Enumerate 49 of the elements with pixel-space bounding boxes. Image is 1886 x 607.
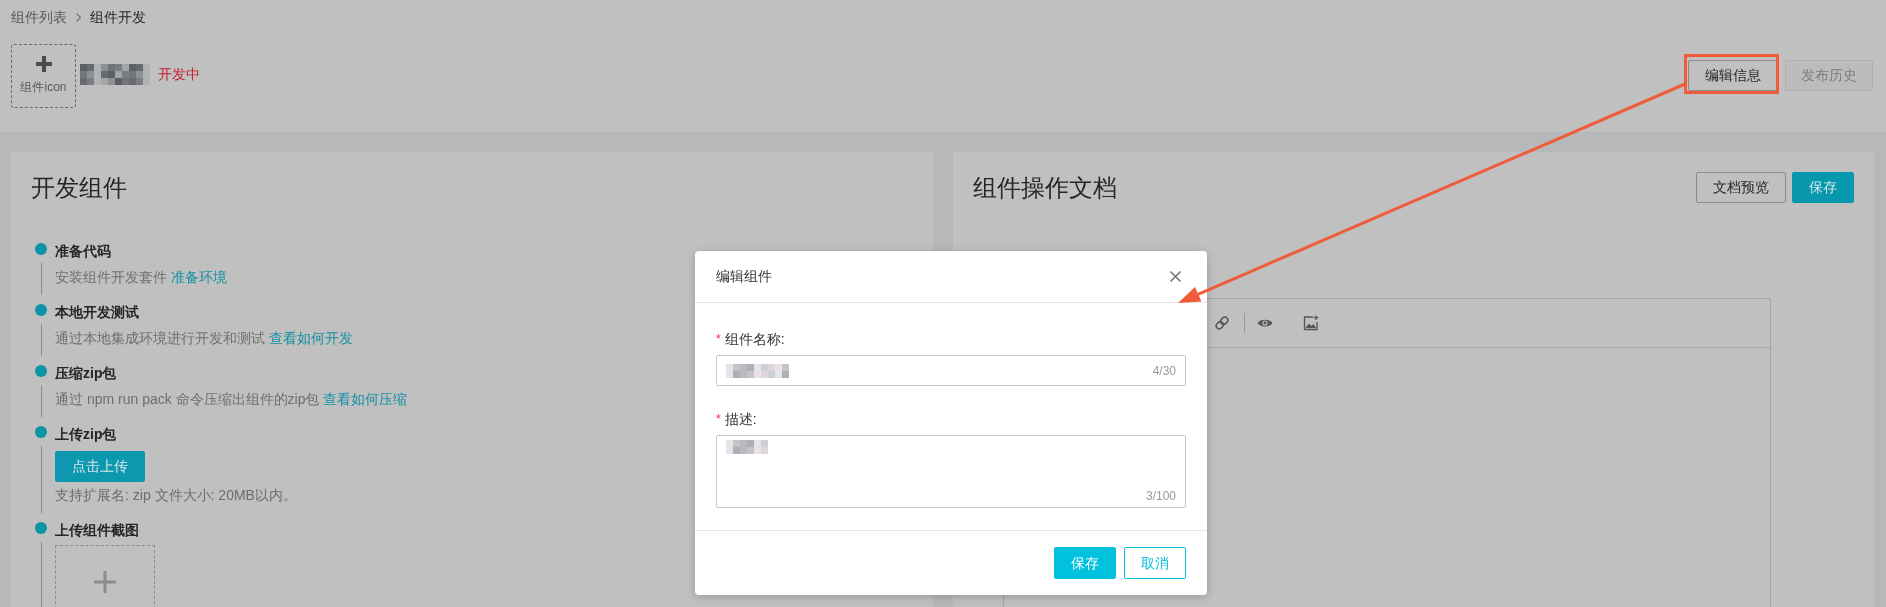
dialog-button[interactable]: 保存 (1054, 547, 1116, 579)
step-dot-icon (35, 243, 47, 255)
icon-upload-box[interactable]: 组件icon (11, 44, 76, 108)
panel-title: 开发组件 (31, 173, 127, 203)
step-dot-icon (35, 304, 47, 316)
upload-hint: 支持扩展名: zip 文件大小: 20MB以内。 (55, 486, 297, 505)
pixelated-value (726, 440, 768, 454)
required-mark: * (716, 411, 721, 428)
plus-icon (94, 571, 116, 593)
doc-button[interactable]: 文档预览 (1696, 172, 1786, 203)
pixelated-name (80, 63, 150, 85)
link-icon[interactable] (1214, 315, 1230, 331)
breadcrumb-item: 组件开发 (90, 8, 146, 27)
image-plus-icon[interactable] (1303, 315, 1319, 331)
step-description: 通过 npm run pack 命令压缩出组件的zip包 查看如何压缩 (55, 390, 408, 409)
breadcrumb-item[interactable]: 组件列表 (11, 7, 67, 27)
pixelated-value (726, 363, 789, 378)
field-label: 组件名称: (724, 330, 785, 349)
help-link[interactable]: 查看如何压缩 (323, 391, 408, 407)
dialog-title: 编辑组件 (716, 267, 772, 286)
plus-icon (35, 56, 52, 72)
step-title: 准备代码 (55, 242, 111, 261)
icon-label: 组件icon (20, 79, 67, 95)
help-link[interactable]: 准备环境 (170, 269, 227, 285)
header-button[interactable]: 编辑信息 (1688, 60, 1777, 91)
char-counter: 4/30 (1152, 362, 1176, 380)
eye-icon[interactable] (1257, 318, 1273, 328)
chevron-icon (76, 12, 81, 22)
step-description: 安装组件开发套件 准备环境 (55, 268, 227, 287)
description-textarea[interactable]: 3/100 (716, 435, 1186, 508)
panel-title: 组件操作文档 (973, 173, 1117, 203)
step-dot-icon (35, 522, 47, 534)
status-text: 开发中 (158, 65, 200, 84)
char-counter: 3/100 (1145, 488, 1176, 504)
close-icon[interactable] (1170, 271, 1181, 282)
step-title: 本地开发测试 (55, 303, 139, 322)
step-description: 通过本地集成环境进行开发和测试 查看如何开发 (55, 329, 353, 348)
dialog-button[interactable]: 取消 (1124, 547, 1186, 579)
required-mark: * (716, 331, 721, 348)
field-label: 描述: (724, 410, 757, 429)
step-dot-icon (35, 426, 47, 438)
name-input[interactable]: 4/30 (716, 355, 1186, 386)
upload-button[interactable]: 点击上传 (55, 451, 145, 482)
step-title: 上传组件截图 (55, 521, 139, 540)
step-dot-icon (35, 365, 47, 377)
help-link[interactable]: 查看如何开发 (268, 330, 353, 346)
doc-button[interactable]: 保存 (1792, 172, 1854, 203)
step-title: 压缩zip包 (55, 364, 117, 383)
step-title: 上传zip包 (55, 425, 117, 444)
